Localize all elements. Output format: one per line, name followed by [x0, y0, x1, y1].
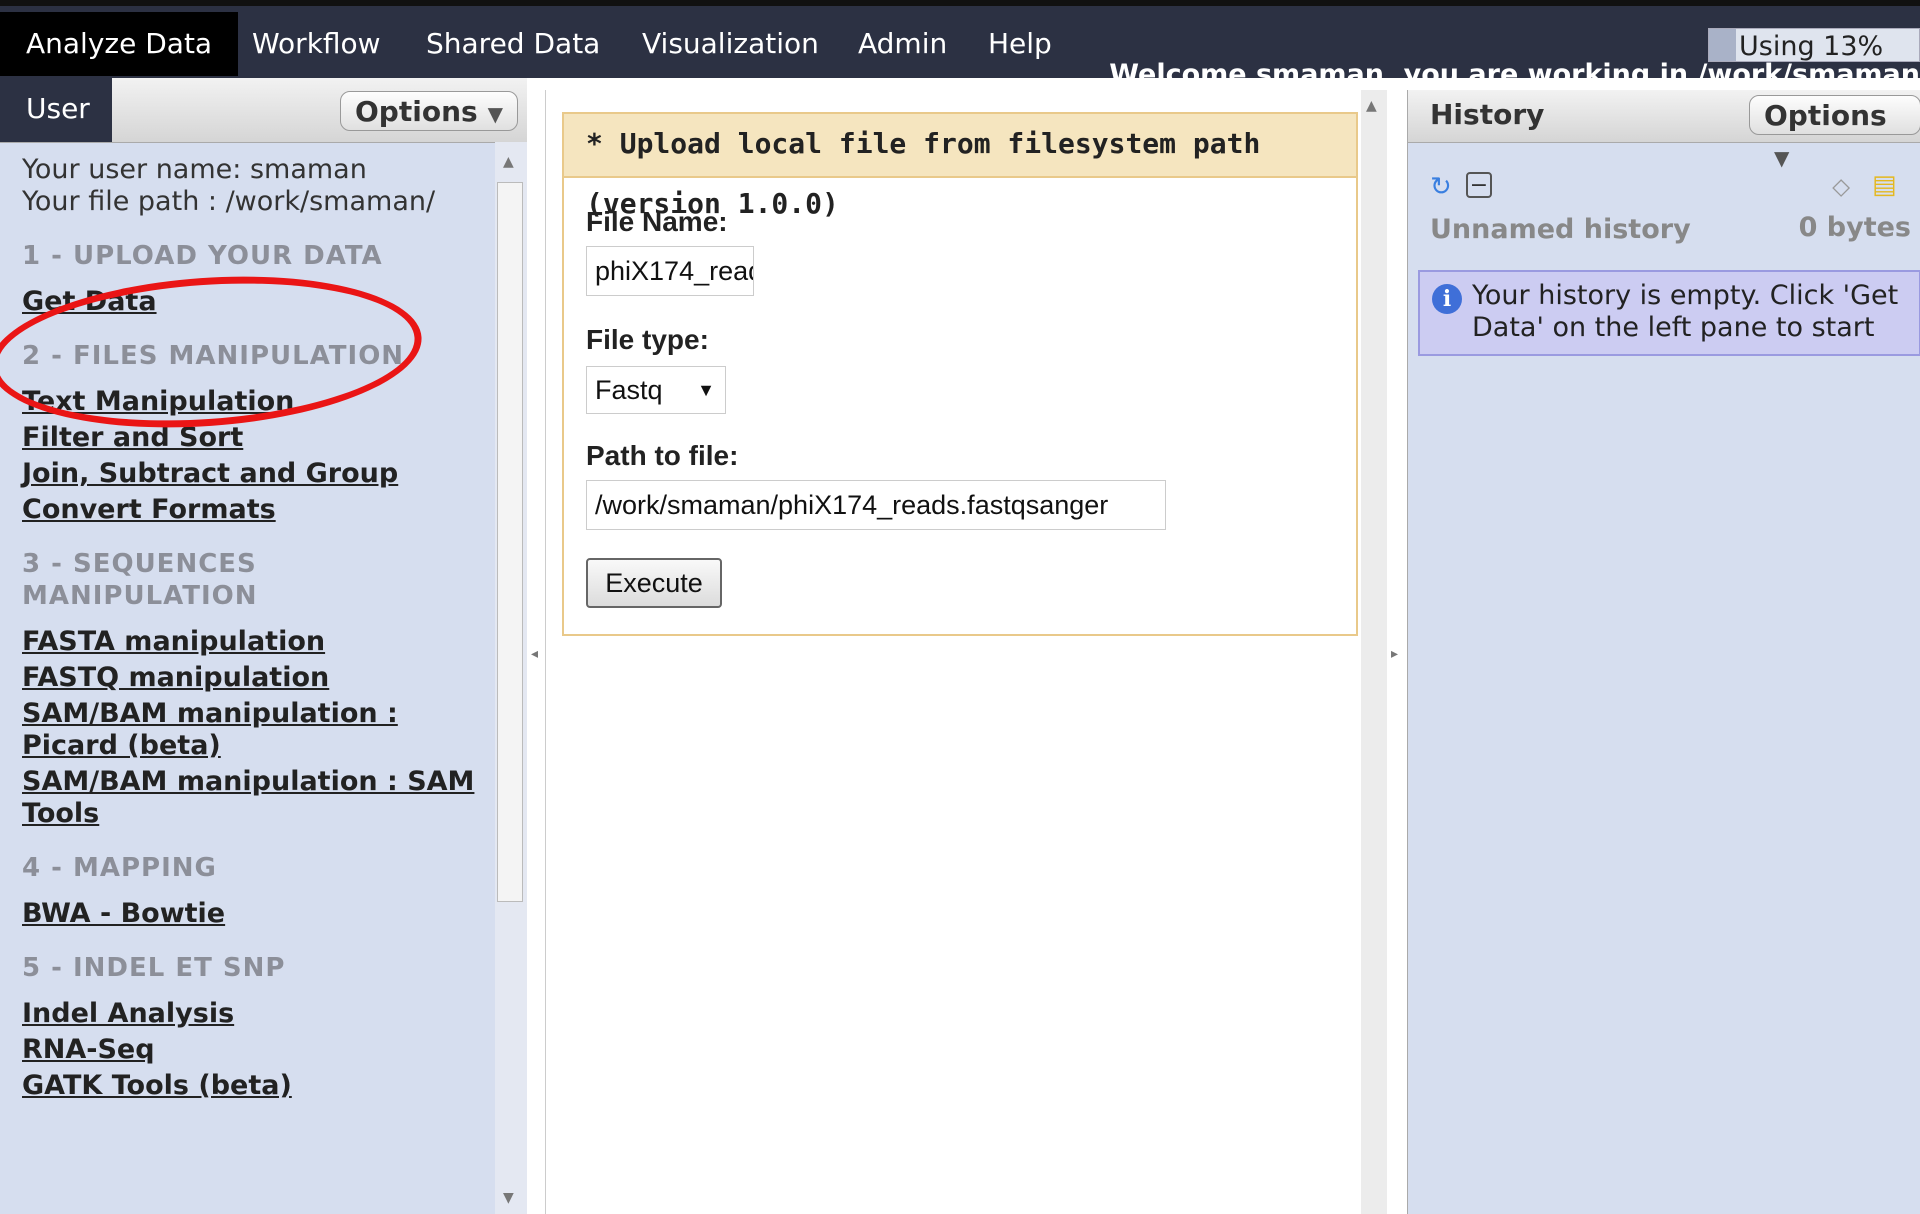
tool-panel-header: User Options ▼	[0, 78, 527, 143]
tab-shared-data[interactable]: Shared Data	[400, 12, 626, 76]
tool-panel-scroll-thumb[interactable]	[497, 182, 523, 902]
file-name-label: File Name:	[586, 206, 728, 237]
center-scroll-up-icon[interactable]: ▲	[1366, 98, 1377, 114]
info-icon: i	[1432, 284, 1462, 314]
collapse-right-icon[interactable]: ▸	[1391, 646, 1398, 662]
tool-section-title: 1 - UPLOAD YOUR DATA	[22, 241, 383, 271]
tool-link[interactable]: Convert Formats	[22, 494, 492, 526]
tool-link[interactable]: Indel Analysis	[22, 998, 492, 1030]
path-input[interactable]: /work/smaman/phiX174_reads.fastqsanger	[586, 480, 1166, 530]
history-options-button[interactable]: Options ▼	[1749, 95, 1920, 170]
quota-text: Using 13%	[1739, 31, 1884, 62]
refresh-icon[interactable]: ↻	[1430, 172, 1452, 202]
chevron-down-icon: ▼	[1774, 146, 1790, 170]
tab-workflow[interactable]: Workflow	[226, 12, 407, 76]
tab-help[interactable]: Help	[962, 12, 1078, 76]
tab-analyze-data[interactable]: Analyze Data	[0, 12, 239, 76]
quota-meter: Using 13%	[1708, 28, 1920, 62]
tool-link[interactable]: SAM/BAM manipulation : Picard (beta)	[22, 698, 492, 762]
tab-visualization[interactable]: Visualization	[616, 12, 845, 76]
welcome-message: Welcome smaman, you are working in /work…	[1109, 60, 1920, 84]
tool-panel: User Options ▼ Your user name: smaman You…	[0, 78, 527, 1214]
form-title: * Upload local file from filesystem path…	[564, 114, 1356, 220]
user-name-text: Your user name: smaman	[22, 154, 367, 185]
path-label: Path to file:	[586, 440, 739, 471]
tool-link[interactable]: Filter and Sort	[22, 422, 492, 454]
file-name-input[interactable]: phiX174_reads.fastqsanger	[586, 246, 754, 296]
upload-tool-form: * Upload local file from filesystem path…	[562, 112, 1358, 636]
history-options-label: Options	[1764, 99, 1887, 132]
history-header: History Options ▼	[1408, 90, 1920, 170]
tool-link[interactable]: SAM/BAM manipulation : SAM Tools	[22, 766, 492, 830]
user-tab[interactable]: User	[0, 78, 112, 142]
tool-link[interactable]: Join, Subtract and Group	[22, 458, 492, 490]
annotation-icon[interactable]: ▤	[1872, 170, 1897, 200]
tool-section-title: 5 - INDEL ET SNP	[22, 953, 286, 983]
history-name[interactable]: Unnamed history	[1430, 214, 1691, 245]
tool-link[interactable]: RNA-Seq	[22, 1034, 492, 1066]
history-title: History	[1430, 98, 1545, 131]
history-empty-text: Your history is empty. Click 'Get Data' …	[1472, 280, 1899, 343]
tool-section-title: 3 - SEQUENCES MANIPULATION	[22, 549, 258, 611]
scroll-up-icon[interactable]: ▲	[503, 154, 514, 170]
tool-link[interactable]: FASTA manipulation	[22, 626, 492, 658]
center-panel-scrollbar[interactable]	[1361, 90, 1387, 1214]
tool-options-label: Options	[355, 95, 478, 128]
file-type-value: Fastq	[595, 375, 663, 405]
tool-options-button[interactable]: Options ▼	[340, 91, 519, 131]
file-path-text: Your file path : /work/smaman/	[22, 186, 436, 217]
history-empty-message: i Your history is empty. Click 'Get Data…	[1418, 270, 1920, 356]
tool-link[interactable]: GATK Tools (beta)	[22, 1070, 492, 1102]
history-size: 0 bytes	[1798, 212, 1911, 243]
tool-link[interactable]: FASTQ manipulation	[22, 662, 492, 694]
tag-icon[interactable]: ⬦	[1832, 172, 1850, 203]
tool-link[interactable]: BWA - Bowtie	[22, 898, 492, 930]
tool-section-title: 4 - MAPPING	[22, 853, 217, 883]
file-type-label: File type:	[586, 324, 709, 355]
chevron-down-icon: ▼	[487, 102, 504, 126]
dropdown-arrow-icon: ▼	[697, 380, 715, 400]
quota-fill	[1709, 29, 1737, 61]
file-type-select[interactable]: Fastq ▼	[586, 366, 726, 414]
history-panel: History Options ▼ ↻ − ⬦ ▤ Unnamed history…	[1407, 90, 1920, 1214]
masthead: Analyze Data Workflow Shared Data Visual…	[0, 0, 1920, 84]
collapse-icon[interactable]: −	[1466, 172, 1492, 198]
tab-admin[interactable]: Admin	[832, 12, 973, 76]
execute-button[interactable]: Execute	[586, 558, 722, 608]
collapse-left-icon[interactable]: ◂	[531, 646, 538, 662]
scroll-down-icon[interactable]: ▼	[503, 1190, 514, 1206]
